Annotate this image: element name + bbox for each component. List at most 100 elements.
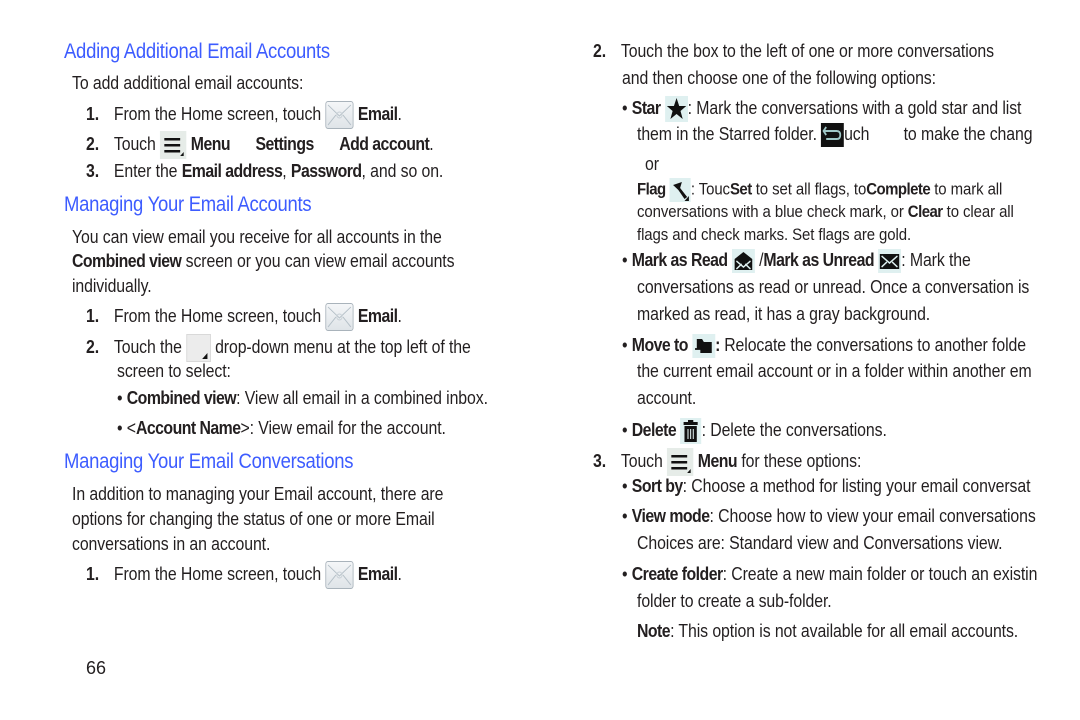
- flag-text: to set all flags, to: [755, 179, 867, 199]
- note: Note: This option is not available for a…: [637, 621, 1018, 642]
- move-folder-icon: [692, 334, 716, 358]
- email-label: Email: [357, 103, 398, 124]
- bullet-label: View mode: [631, 506, 710, 526]
- step-text: From the Home screen, touch: [113, 305, 322, 326]
- para-line: options for changing the status of one o…: [72, 509, 435, 529]
- combined-view-label: Combined view: [72, 251, 182, 271]
- email-app-icon: [325, 303, 354, 331]
- step-3: 3. Enter the Email address, Password, an…: [86, 161, 443, 182]
- step-text: Touch the box to the left of one or more…: [620, 41, 994, 61]
- bullet-text: : Choose a method for listing your email…: [682, 476, 1031, 496]
- menu-icon: [667, 448, 694, 476]
- complete-label: Complete: [866, 179, 931, 199]
- email-label: Email: [357, 305, 398, 326]
- flag-text: to clear all: [946, 202, 1014, 221]
- section-heading-managing-conversations: Managing Your Email Conversations: [64, 450, 354, 473]
- bullet-star: • Star : Mark the conversations with a g…: [622, 96, 1021, 122]
- settings-label: Settings: [255, 133, 314, 154]
- step-number: 2.: [86, 336, 100, 357]
- step-text-line2: and then choose one of the following opt…: [622, 68, 936, 88]
- bullet-text-line3: account.: [637, 388, 697, 408]
- bullet-text: uch: [844, 123, 870, 144]
- section-heading-managing-accounts: Managing Your Email Accounts: [64, 193, 312, 216]
- step-1: 1. From the Home screen, touch Email.: [86, 101, 402, 129]
- or-text: or: [645, 154, 659, 174]
- step-text: drop-down menu at the top left of the: [215, 336, 471, 357]
- step-number: 3.: [86, 161, 100, 181]
- bullet-sort-by: • Sort by: Choose a method for listing y…: [622, 476, 1031, 496]
- para-line: individually.: [72, 276, 152, 296]
- bullet-text: to make the chang: [903, 123, 1033, 144]
- step-2: 2. Touch Menu Settings Add account.: [86, 131, 434, 159]
- menu-label: Menu: [190, 133, 231, 154]
- menu-icon: [160, 131, 187, 159]
- delete-label: Delete: [631, 419, 677, 440]
- right-step-3: 3. Touch Menu for these options:: [593, 448, 861, 476]
- punct: .: [429, 133, 434, 154]
- para-line: Combined view screen or you can view ema…: [72, 251, 455, 272]
- intro-text: To add additional email accounts:: [72, 73, 304, 93]
- bullet-label: Star: [631, 97, 661, 118]
- para-line: conversations in an account.: [72, 534, 271, 554]
- step-number: 3.: [593, 450, 607, 471]
- bullet-star-line2: them in the Starred folder. uch to make …: [637, 123, 1033, 147]
- bullet-create-folder: • Create folder: Create a new main folde…: [622, 564, 1038, 584]
- step-1: 1. From the Home screen, touch Email.: [86, 561, 402, 589]
- section-heading-adding-accounts: Adding Additional Email Accounts: [64, 40, 330, 63]
- bullet-text: Relocate the conversations to another fo…: [719, 334, 1026, 355]
- step-number: 1.: [86, 305, 100, 326]
- email-label: Email: [357, 563, 398, 584]
- move-to-label: Move to: [631, 334, 689, 355]
- step-text: From the Home screen, touch: [113, 103, 322, 124]
- mark-unread-icon: [878, 249, 902, 273]
- step-text: Touch: [113, 133, 156, 154]
- email-address-label: Email address: [181, 161, 283, 181]
- bullet-text: : Mark the conversations with a gold sta…: [687, 97, 1022, 118]
- bullet-text: : View all email in a combined inbox.: [236, 388, 488, 408]
- right-step-2: 2. Touch the box to the left of one or m…: [593, 41, 994, 62]
- bullet-text-line2: conversations as read or unread. Once a …: [637, 277, 1030, 297]
- bullet-text-line2: folder to create a sub-folder.: [637, 591, 832, 611]
- step-text-line2: screen to select:: [117, 361, 231, 381]
- set-label: Set: [729, 179, 752, 199]
- step-text: Touch: [620, 450, 663, 471]
- add-account-label: Add account: [339, 133, 430, 154]
- bullet-label: Flag: [637, 179, 666, 199]
- dropdown-icon: [186, 334, 211, 362]
- note-text: : This option is not available for all e…: [670, 621, 1019, 641]
- bullet-text: : Mark the: [901, 249, 971, 270]
- bullet-text: : Delete the conversations.: [701, 419, 887, 440]
- bullet-text: >: View email for the account.: [240, 418, 446, 438]
- bullet-label: Sort by: [631, 476, 683, 496]
- step-2: 2. Touch the drop-down menu at the top l…: [86, 334, 471, 362]
- bullet-text: : Create a new main folder or touch an e…: [722, 564, 1038, 584]
- bullet-account-name: • <Account Name>: View email for the acc…: [117, 418, 446, 438]
- bullet-prefix: <: [126, 418, 136, 438]
- flag-line1: Flag : ToucSet to set all flags, toCompl…: [637, 178, 1002, 202]
- mark-read-icon: [731, 249, 755, 273]
- flag-line2: conversations with a blue check mark, or…: [637, 202, 1014, 222]
- flag-text: to mark all: [934, 179, 1003, 199]
- punct: .: [397, 563, 402, 584]
- note-label: Note: [637, 621, 671, 641]
- bullet-text-line2: the current email account or in a folder…: [637, 361, 1032, 381]
- bullet-label: Combined view: [126, 388, 237, 408]
- step-number: 2.: [593, 41, 607, 61]
- page-number: 66: [86, 658, 107, 678]
- step-number: 1.: [86, 563, 100, 584]
- back-icon: [821, 123, 845, 147]
- bullet-text: : Choose how to view your email conversa…: [709, 506, 1036, 526]
- star-icon: [664, 96, 688, 122]
- step-text-end: , and so on.: [361, 161, 444, 181]
- mark-unread-label: Mark as Unread: [763, 249, 875, 270]
- mark-read-label: Mark as Read: [631, 249, 728, 270]
- para-line: In addition to managing your Email accou…: [72, 484, 444, 504]
- bullet-move-to: • Move to : Relocate the conversations t…: [622, 334, 1026, 358]
- bullet-text: them in the Starred folder.: [637, 123, 817, 144]
- password-label: Password: [290, 161, 362, 181]
- punct: ,: [282, 161, 287, 181]
- bullet-text-line3: marked as read, it has a gray background…: [637, 304, 931, 324]
- trash-icon: [680, 418, 702, 444]
- punct: .: [397, 103, 402, 124]
- step-text: for these options:: [741, 450, 862, 471]
